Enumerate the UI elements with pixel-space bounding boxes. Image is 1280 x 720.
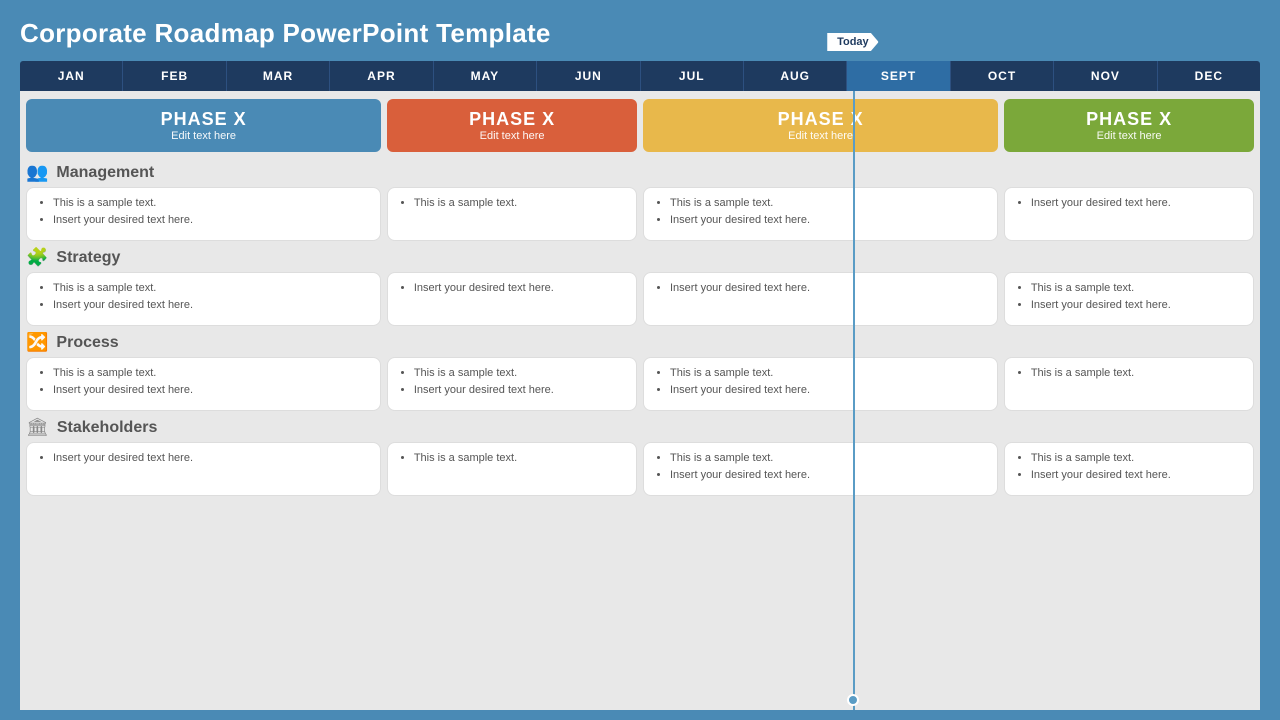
card-1-0: This is a sample text. Insert your desire…: [26, 272, 381, 326]
section-title-0: Management: [56, 164, 154, 182]
month-cell-jan: JAN: [20, 61, 123, 91]
section-row-2: 🔀 Process This is a sample text. Insert yo…: [20, 328, 1260, 413]
section-header-1: 🧩 Strategy: [26, 247, 1254, 268]
month-cell-may: MAY: [434, 61, 537, 91]
card-2-0: This is a sample text. Insert your desire…: [26, 357, 381, 411]
phase-subtitle-1: Edit text here: [399, 130, 625, 142]
card-3-3: This is a sample text. Insert your desire…: [1004, 442, 1254, 496]
card-item: Insert your desired text here.: [670, 383, 985, 398]
section-header-3: 🏛 Stakeholders: [26, 417, 1254, 438]
card-3-2: This is a sample text. Insert your desire…: [643, 442, 998, 496]
outer-container: Corporate Roadmap PowerPoint Template To…: [0, 0, 1280, 720]
phase-block-1: PHASE X Edit text here: [387, 99, 637, 152]
card-item: Insert your desired text here.: [53, 298, 368, 313]
section-icon-1: 🧩: [26, 247, 48, 268]
phase-block-3: PHASE X Edit text here: [1004, 99, 1254, 152]
month-cell-nov: NOV: [1054, 61, 1157, 91]
sections-container: 👥 ManagementThis is a sample text.Insert…: [20, 158, 1260, 498]
phase-title-2: PHASE X: [655, 109, 986, 130]
month-cell-apr: APR: [330, 61, 433, 91]
section-title-3: Stakeholders: [57, 419, 157, 437]
section-title-1: Strategy: [56, 249, 120, 267]
section-header-0: 👥 Management: [26, 162, 1254, 183]
phase-block-0: PHASE X Edit text here: [26, 99, 381, 152]
section-icon-3: 🏛: [26, 417, 49, 438]
phase-row: PHASE X Edit text herePHASE X Edit text …: [20, 91, 1260, 158]
section-cards-3: Insert your desired text here.This is a …: [26, 442, 1254, 496]
page-title: Corporate Roadmap PowerPoint Template: [20, 18, 1260, 49]
card-item: Insert your desired text here.: [670, 213, 985, 228]
card-0-3: Insert your desired text here.: [1004, 187, 1254, 241]
card-1-1: Insert your desired text here.: [387, 272, 637, 326]
today-line: [853, 91, 855, 710]
card-0-0: This is a sample text. Insert your desire…: [26, 187, 381, 241]
section-cards-1: This is a sample text. Insert your desire…: [26, 272, 1254, 326]
card-0-1: This is a sample text.: [387, 187, 637, 241]
card-item: Insert your desired text here.: [53, 451, 368, 466]
card-item: Insert your desired text here.: [53, 383, 368, 398]
month-cell-mar: MAR: [227, 61, 330, 91]
section-cards-0: This is a sample text. Insert your desire…: [26, 187, 1254, 241]
phase-block-2: PHASE X Edit text here: [643, 99, 998, 152]
card-1-3: This is a sample text. Insert your desire…: [1004, 272, 1254, 326]
card-item: This is a sample text.: [53, 281, 368, 296]
card-item: This is a sample text.: [670, 366, 985, 381]
card-item: Insert your desired text here.: [670, 468, 985, 483]
section-icon-0: 👥: [26, 162, 48, 183]
month-header: JANFEBMARAPRMAYJUNJULAUGSEPTOCTNOVDEC: [20, 61, 1260, 91]
month-cell-sept: SEPT: [847, 61, 950, 91]
today-dot: [847, 694, 859, 706]
section-icon-2: 🔀: [26, 332, 48, 353]
phase-title-3: PHASE X: [1016, 109, 1242, 130]
card-0-2: This is a sample text. Insert your desire…: [643, 187, 998, 241]
month-cell-feb: FEB: [123, 61, 226, 91]
card-item: Insert your desired text here.: [414, 281, 624, 296]
section-header-2: 🔀 Process: [26, 332, 1254, 353]
section-title-2: Process: [56, 334, 118, 352]
card-3-1: This is a sample text.: [387, 442, 637, 496]
today-marker: Today: [827, 33, 879, 51]
card-2-3: This is a sample text.: [1004, 357, 1254, 411]
month-cell-dec: DEC: [1158, 61, 1260, 91]
card-item: This is a sample text.: [1031, 281, 1241, 296]
month-cell-oct: OCT: [951, 61, 1054, 91]
month-cell-jun: JUN: [537, 61, 640, 91]
card-item: This is a sample text.: [414, 196, 624, 211]
phase-subtitle-2: Edit text here: [655, 130, 986, 142]
card-item: Insert your desired text here.: [1031, 298, 1241, 313]
card-item: Insert your desired text here.: [414, 383, 624, 398]
card-1-2: Insert your desired text here.: [643, 272, 998, 326]
card-item: This is a sample text.: [670, 196, 985, 211]
card-item: This is a sample text.: [414, 366, 624, 381]
card-item: This is a sample text.: [1031, 451, 1241, 466]
card-item: This is a sample text.: [53, 366, 368, 381]
phase-title-1: PHASE X: [399, 109, 625, 130]
card-2-2: This is a sample text. Insert your desire…: [643, 357, 998, 411]
card-item: This is a sample text.: [670, 451, 985, 466]
card-3-0: Insert your desired text here.: [26, 442, 381, 496]
section-row-3: 🏛 Stakeholders Insert your desired text h…: [20, 413, 1260, 498]
card-item: Insert your desired text here.: [1031, 196, 1241, 211]
phase-title-0: PHASE X: [38, 109, 369, 130]
card-item: Insert your desired text here.: [670, 281, 985, 296]
card-item: Insert your desired text here.: [53, 213, 368, 228]
month-cell-jul: JUL: [641, 61, 744, 91]
card-item: This is a sample text.: [414, 451, 624, 466]
section-cards-2: This is a sample text. Insert your desire…: [26, 357, 1254, 411]
phase-subtitle-0: Edit text here: [38, 130, 369, 142]
card-item: This is a sample text.: [1031, 366, 1241, 381]
today-flag: Today: [827, 33, 879, 51]
section-row-0: 👥 Management This is a sample text. Insert…: [20, 158, 1260, 243]
phase-subtitle-3: Edit text here: [1016, 130, 1242, 142]
card-2-1: This is a sample text. Insert your desire…: [387, 357, 637, 411]
main-content: PHASE X Edit text herePHASE X Edit text …: [20, 91, 1260, 710]
month-cell-aug: AUG: [744, 61, 847, 91]
card-item: Insert your desired text here.: [1031, 468, 1241, 483]
card-item: This is a sample text.: [53, 196, 368, 211]
section-row-1: 🧩 Strategy This is a sample text. Insert y…: [20, 243, 1260, 328]
